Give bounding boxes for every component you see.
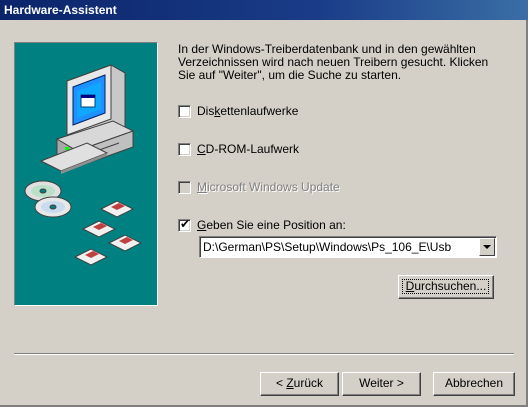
wizard-illustration — [14, 42, 158, 306]
checkmark-icon: ✔ — [180, 216, 191, 231]
next-button[interactable]: Weiter > — [342, 372, 421, 396]
browse-button[interactable]: Durchsuchen... — [398, 275, 494, 299]
focus-rectangle — [402, 279, 489, 294]
cancel-button[interactable]: Abbrechen — [433, 372, 515, 396]
wizard-description: In der Windows-Treiberdatenbank und in d… — [178, 42, 489, 82]
location-checkbox[interactable]: ✔ — [178, 216, 191, 232]
cd-disc-icon — [24, 180, 72, 218]
separator-line — [14, 353, 514, 355]
floppy-option[interactable]: Diskettenlaufwerke — [178, 103, 298, 119]
location-path-combobox[interactable]: D:\German\PS\Setup\Windows\Ps_106_E\Usb — [199, 236, 497, 258]
windows-update-option: Microsoft Windows Update — [178, 179, 340, 195]
computer-icon — [39, 64, 135, 174]
floppy-disk-icon — [73, 200, 143, 266]
location-path-value[interactable]: D:\German\PS\Setup\Windows\Ps_106_E\Usb — [203, 240, 473, 254]
dropdown-arrow-icon[interactable] — [479, 238, 495, 256]
window-title: Hardware-Assistent — [4, 3, 117, 17]
cdrom-checkbox[interactable] — [178, 142, 191, 156]
windows-update-checkbox — [178, 180, 191, 194]
location-label[interactable]: Geben Sie eine Position an: — [197, 218, 346, 232]
hardware-wizard-dialog: Hardware-Assistent In der Windows-Treibe… — [0, 0, 528, 407]
cdrom-option[interactable]: CD-ROM-Laufwerk — [178, 141, 299, 157]
windows-update-label: Microsoft Windows Update — [197, 180, 340, 194]
wizard-illustration-art — [24, 64, 143, 266]
title-bar[interactable]: Hardware-Assistent — [0, 0, 528, 20]
location-option[interactable]: ✔ Geben Sie eine Position an: — [178, 217, 346, 233]
back-button[interactable]: < Zurück — [260, 372, 339, 396]
floppy-checkbox[interactable] — [178, 104, 191, 118]
cdrom-label[interactable]: CD-ROM-Laufwerk — [197, 142, 299, 156]
floppy-label[interactable]: Diskettenlaufwerke — [197, 104, 298, 118]
